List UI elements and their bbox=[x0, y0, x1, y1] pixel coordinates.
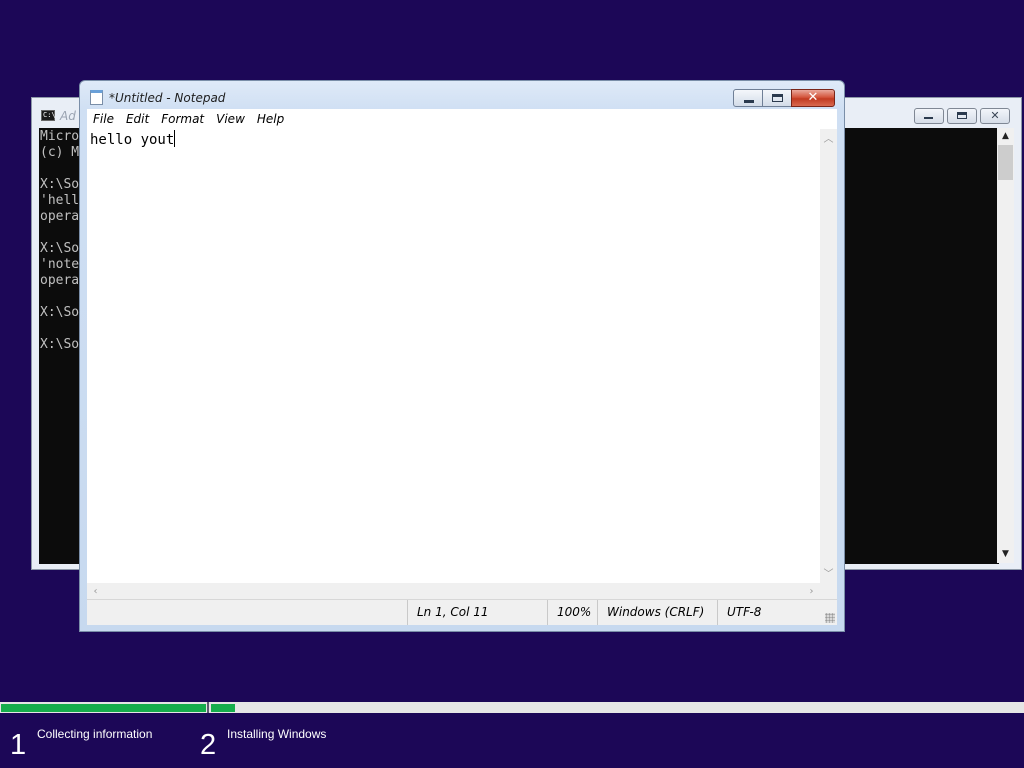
scrollbar-thumb[interactable] bbox=[998, 145, 1013, 180]
maximize-icon bbox=[772, 94, 783, 102]
text-editor[interactable]: hello yout bbox=[87, 129, 820, 583]
status-line-ending: Windows (CRLF) bbox=[597, 600, 717, 625]
menu-file[interactable]: File bbox=[87, 109, 120, 129]
step1-progress-fill bbox=[1, 704, 206, 712]
console-title: Ad bbox=[60, 109, 76, 123]
maximize-icon bbox=[957, 112, 967, 119]
console-minimize-button[interactable] bbox=[914, 108, 944, 124]
scroll-left-icon[interactable]: ‹ bbox=[87, 583, 104, 600]
scroll-up-icon[interactable]: ▲ bbox=[997, 128, 1014, 145]
close-button[interactable]: ✕ bbox=[791, 89, 835, 107]
status-zoom: 100% bbox=[547, 600, 597, 625]
status-position: Ln 1, Col 11 bbox=[407, 600, 547, 625]
editor-text: hello yout bbox=[90, 132, 175, 148]
minimize-button[interactable] bbox=[733, 89, 763, 107]
menu-bar: File Edit Format View Help bbox=[87, 109, 837, 129]
menu-help[interactable]: Help bbox=[251, 109, 290, 129]
setup-progress-bar bbox=[0, 702, 1024, 713]
status-bar: Ln 1, Col 11 100% Windows (CRLF) UTF-8 bbox=[87, 599, 837, 625]
menu-edit[interactable]: Edit bbox=[120, 109, 155, 129]
step-number: 2 bbox=[200, 729, 217, 761]
notepad-icon bbox=[90, 90, 103, 105]
menu-view[interactable]: View bbox=[210, 109, 251, 129]
scroll-down-icon[interactable]: ﹀ bbox=[820, 566, 837, 583]
menu-format[interactable]: Format bbox=[155, 109, 210, 129]
console-scrollbar[interactable]: ▲ ▼ bbox=[997, 128, 1014, 563]
vertical-scrollbar[interactable]: ︿ ﹀ bbox=[820, 129, 837, 583]
window-title: *Untitled - Notepad bbox=[109, 91, 226, 105]
progress-divider bbox=[207, 702, 209, 713]
step-label: Installing Windows bbox=[227, 727, 327, 741]
close-icon: ✕ bbox=[807, 90, 819, 105]
notepad-titlebar[interactable]: *Untitled - Notepad ✕ bbox=[80, 81, 844, 109]
scrollbar-corner bbox=[820, 583, 837, 600]
notepad-window[interactable]: *Untitled - Notepad ✕ File Edit Format V… bbox=[79, 80, 845, 632]
text-caret bbox=[174, 130, 176, 147]
console-close-button[interactable]: ✕ bbox=[980, 108, 1010, 124]
step-number: 1 bbox=[10, 729, 27, 761]
status-encoding: UTF-8 bbox=[717, 600, 837, 625]
step-label: Collecting information bbox=[37, 727, 153, 741]
scroll-right-icon[interactable]: › bbox=[803, 583, 820, 600]
cmd-icon: C:\ bbox=[41, 110, 56, 121]
minimize-icon bbox=[924, 117, 933, 119]
scroll-down-icon[interactable]: ▼ bbox=[997, 546, 1014, 563]
console-maximize-button[interactable] bbox=[947, 108, 977, 124]
step2-progress-fill bbox=[211, 704, 235, 712]
resize-grip-icon[interactable] bbox=[825, 613, 835, 623]
horizontal-scrollbar[interactable]: ‹ › bbox=[87, 583, 820, 600]
minimize-icon bbox=[744, 100, 754, 103]
maximize-button[interactable] bbox=[762, 89, 792, 107]
close-icon: ✕ bbox=[990, 109, 1000, 122]
notepad-client: File Edit Format View Help hello yout ︿ … bbox=[87, 109, 837, 625]
scroll-up-icon[interactable]: ︿ bbox=[820, 131, 837, 148]
